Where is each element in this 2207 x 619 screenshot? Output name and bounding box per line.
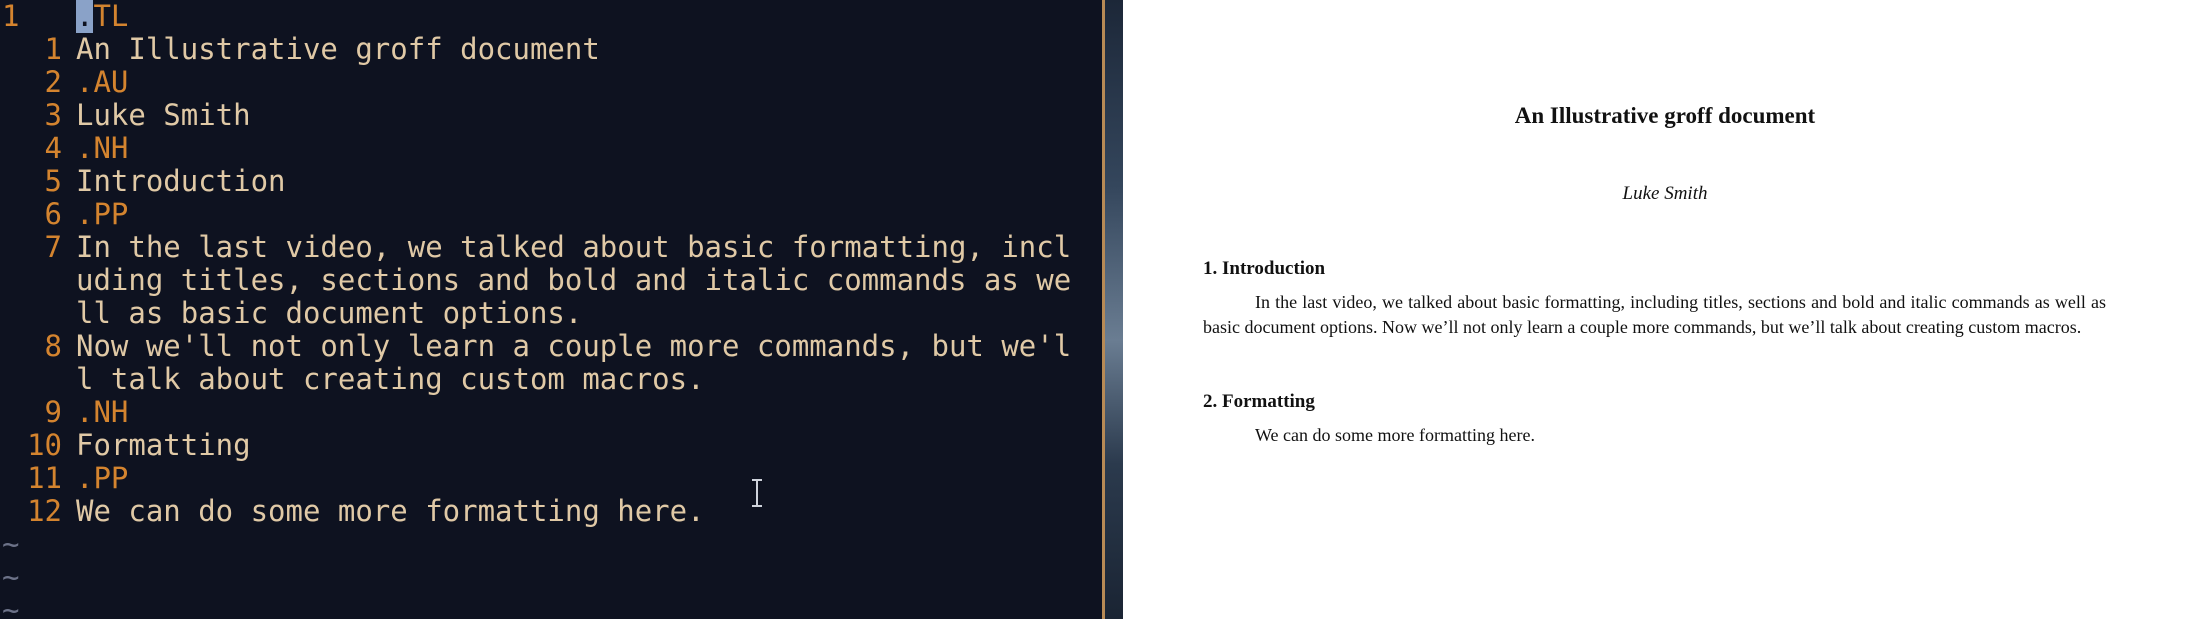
line-number: 12 xyxy=(27,494,62,528)
editor-line[interactable]: 6 .PP xyxy=(0,198,1102,231)
editor-line[interactable]: 10 Formatting xyxy=(0,429,1102,462)
editor-line[interactable]: 12 We can do some more formatting here. xyxy=(0,495,1102,528)
editor-line[interactable]: ll as basic document options. xyxy=(0,297,1102,330)
editor-line[interactable]: 11 .PP xyxy=(0,462,1102,495)
section-heading-introduction: 1. Introduction xyxy=(1203,258,1326,279)
editor-line[interactable]: 5 Introduction xyxy=(0,165,1102,198)
vim-editor-pane[interactable]: 1 .TL 1 An Illustrative groff document 2 .AU 3… xyxy=(0,0,1102,619)
line-number: 9 xyxy=(44,395,62,429)
paragraph-text: We can do some more formatting here. xyxy=(1255,425,1535,445)
line-number: 4 xyxy=(44,131,62,165)
line-text[interactable]: Luke Smith xyxy=(76,99,251,132)
line-text[interactable]: An Illustrative groff document xyxy=(76,33,600,66)
line-number: 3 xyxy=(44,98,62,132)
document-title: An Illustrative groff document xyxy=(1514,103,1816,128)
section-paragraph-formatting: We can do some more formatting here. xyxy=(1203,423,2106,448)
groff-macro[interactable]: .NH xyxy=(76,396,128,429)
line-text[interactable]: In the last video, we talked about basic… xyxy=(76,231,1071,264)
editor-line[interactable]: l talk about creating custom macros. xyxy=(0,363,1102,396)
empty-buffer-line: ~ xyxy=(0,561,1102,594)
line-text[interactable]: Introduction xyxy=(76,165,286,198)
desktop-wallpaper-strip xyxy=(1105,0,1123,619)
groff-macro[interactable]: .TL xyxy=(76,0,128,33)
line-text[interactable]: uding titles, sections and bold and ital… xyxy=(76,264,1071,297)
line-number: 7 xyxy=(44,230,62,264)
document-author: Luke Smith xyxy=(1622,183,1708,204)
block-cursor: . xyxy=(76,0,94,33)
line-text-rest: TL xyxy=(93,0,129,33)
editor-line[interactable]: 4 .NH xyxy=(0,132,1102,165)
editor-buffer[interactable]: 1 .TL 1 An Illustrative groff document 2 .AU 3… xyxy=(0,0,1102,619)
line-text[interactable]: l talk about creating custom macros. xyxy=(76,363,705,396)
editor-line[interactable]: 2 .AU xyxy=(0,66,1102,99)
editor-line[interactable]: 7 In the last video, we talked about basi… xyxy=(0,231,1102,264)
empty-buffer-line: ~ xyxy=(0,528,1102,561)
editor-line[interactable]: 9 .NH xyxy=(0,396,1102,429)
editor-line[interactable]: 1 .TL xyxy=(0,0,1102,33)
section-paragraph-introduction: In the last video, we talked about basic… xyxy=(1203,290,2106,340)
line-number: 6 xyxy=(44,197,62,231)
groff-macro[interactable]: .PP xyxy=(76,198,128,231)
empty-buffer-line: ~ xyxy=(0,594,1102,619)
editor-line[interactable]: 3 Luke Smith xyxy=(0,99,1102,132)
empty-line-marker: ~ xyxy=(2,560,20,594)
groff-macro[interactable]: .AU xyxy=(76,66,128,99)
line-number: 11 xyxy=(27,461,62,495)
editor-line[interactable]: 1 An Illustrative groff document xyxy=(0,33,1102,66)
empty-line-marker: ~ xyxy=(2,593,20,619)
line-number: 2 xyxy=(44,65,62,99)
line-number: 1 xyxy=(2,0,20,33)
section-heading-formatting: 2. Formatting xyxy=(1203,391,1315,412)
line-text[interactable]: Now we'll not only learn a couple more c… xyxy=(76,330,1071,363)
line-number: 1 xyxy=(44,32,62,66)
empty-line-marker: ~ xyxy=(2,527,20,561)
editor-line[interactable]: uding titles, sections and bold and ital… xyxy=(0,264,1102,297)
line-text[interactable]: ll as basic document options. xyxy=(76,297,582,330)
paragraph-text: In the last video, we talked about basic… xyxy=(1203,292,2106,337)
line-number: 10 xyxy=(27,428,62,462)
groff-macro[interactable]: .NH xyxy=(76,132,128,165)
editor-line[interactable]: 8 Now we'll not only learn a couple more … xyxy=(0,330,1102,363)
groff-macro[interactable]: .PP xyxy=(76,462,128,495)
i-beam-icon xyxy=(752,479,762,507)
document-preview-pane: An Illustrative groff document Luke Smit… xyxy=(1123,0,2207,619)
line-number: 5 xyxy=(44,164,62,198)
line-text[interactable]: We can do some more formatting here. xyxy=(76,495,705,528)
line-number: 8 xyxy=(44,329,62,363)
line-text[interactable]: Formatting xyxy=(76,429,251,462)
